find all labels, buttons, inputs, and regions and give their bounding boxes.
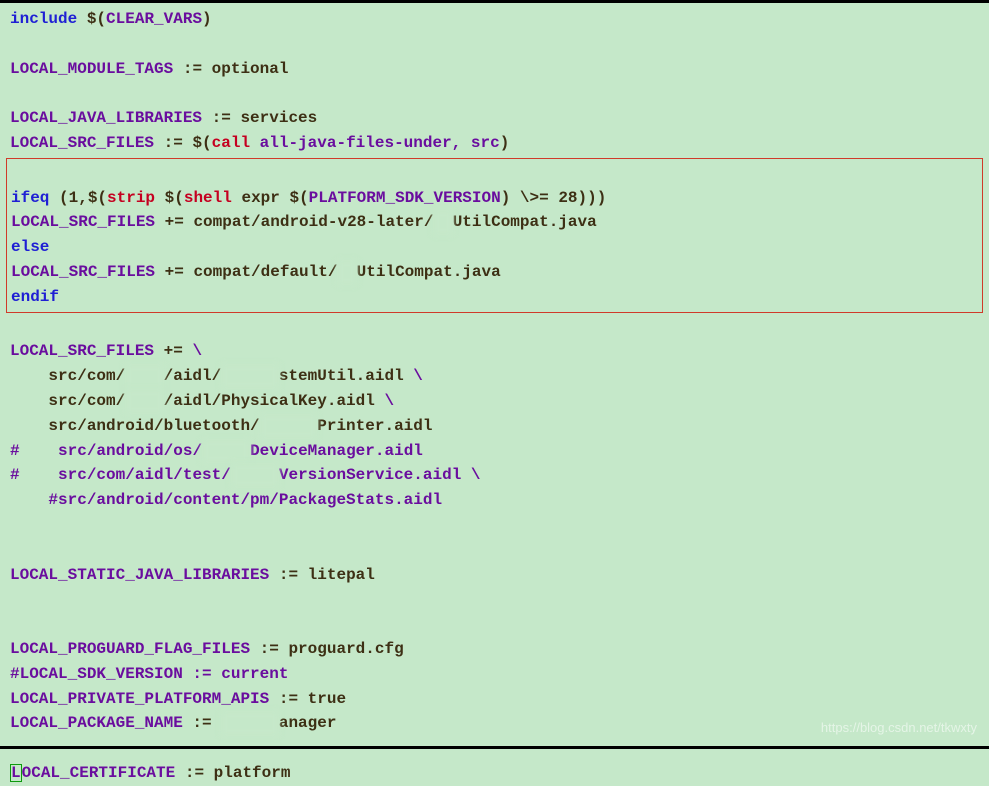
redacted-text	[260, 414, 318, 439]
blank-line	[10, 538, 979, 563]
code-line: src/com/ /aidl/PhysicalKey.aidl \	[10, 389, 979, 414]
blank-line	[10, 587, 979, 612]
code-line: ifeq (1,$(strip $(shell expr $(PLATFORM_…	[11, 186, 978, 211]
blank-line	[10, 32, 979, 57]
code-line: LOCAL_STATIC_JAVA_LIBRARIES := litepal	[10, 563, 979, 588]
redacted-text	[337, 260, 356, 285]
redacted-text	[231, 463, 279, 488]
code-line: LOCAL_PROGUARD_FLAG_FILES := proguard.cf…	[10, 637, 979, 662]
redacted-text	[125, 389, 163, 414]
blank-line	[10, 513, 979, 538]
code-line: include $(CLEAR_VARS)	[10, 7, 979, 32]
redacted-text	[433, 210, 452, 235]
code-line: LOCAL_MODULE_TAGS := optional	[10, 57, 979, 82]
code-line: endif	[11, 285, 978, 310]
code-line: else	[11, 235, 978, 260]
blank-line	[11, 161, 978, 186]
code-line: LOCAL_SRC_FILES += \	[10, 339, 979, 364]
blank-line	[10, 612, 979, 637]
redacted-text	[221, 711, 279, 736]
code-line: #src/android/content/pm/PackageStats.aid…	[10, 488, 979, 513]
code-line: LOCAL_JAVA_LIBRARIES := services	[10, 106, 979, 131]
redacted-text	[202, 439, 250, 464]
watermark: https://blog.csdn.net/tkwxty	[821, 718, 977, 738]
code-line: LOCAL_CERTIFICATE := platform	[10, 761, 979, 786]
code-line: src/android/bluetooth/ Printer.aidl	[10, 414, 979, 439]
blank-line	[10, 81, 979, 106]
redacted-text	[221, 364, 279, 389]
kw-include: include	[10, 10, 77, 28]
code-line: # src/com/aidl/test/ VersionService.aidl…	[10, 463, 979, 488]
code-line: src/com/ /aidl/ stemUtil.aidl \	[10, 364, 979, 389]
code-line: # src/android/os/ DeviceManager.aidl	[10, 439, 979, 464]
code-line: LOCAL_SRC_FILES += compat/default/ UtilC…	[11, 260, 978, 285]
code-line: LOCAL_SRC_FILES += compat/android-v28-la…	[11, 210, 978, 235]
code-block: include $(CLEAR_VARS) LOCAL_MODULE_TAGS …	[0, 0, 989, 749]
highlighted-block: ifeq (1,$(strip $(shell expr $(PLATFORM_…	[6, 158, 983, 313]
code-line: #LOCAL_SDK_VERSION := current	[10, 662, 979, 687]
blank-line	[10, 315, 979, 340]
cursor-box: L	[10, 764, 22, 782]
code-line: LOCAL_PRIVATE_PLATFORM_APIS := true	[10, 687, 979, 712]
code-line: LOCAL_SRC_FILES := $(call all-java-files…	[10, 131, 979, 156]
redacted-text	[125, 364, 163, 389]
